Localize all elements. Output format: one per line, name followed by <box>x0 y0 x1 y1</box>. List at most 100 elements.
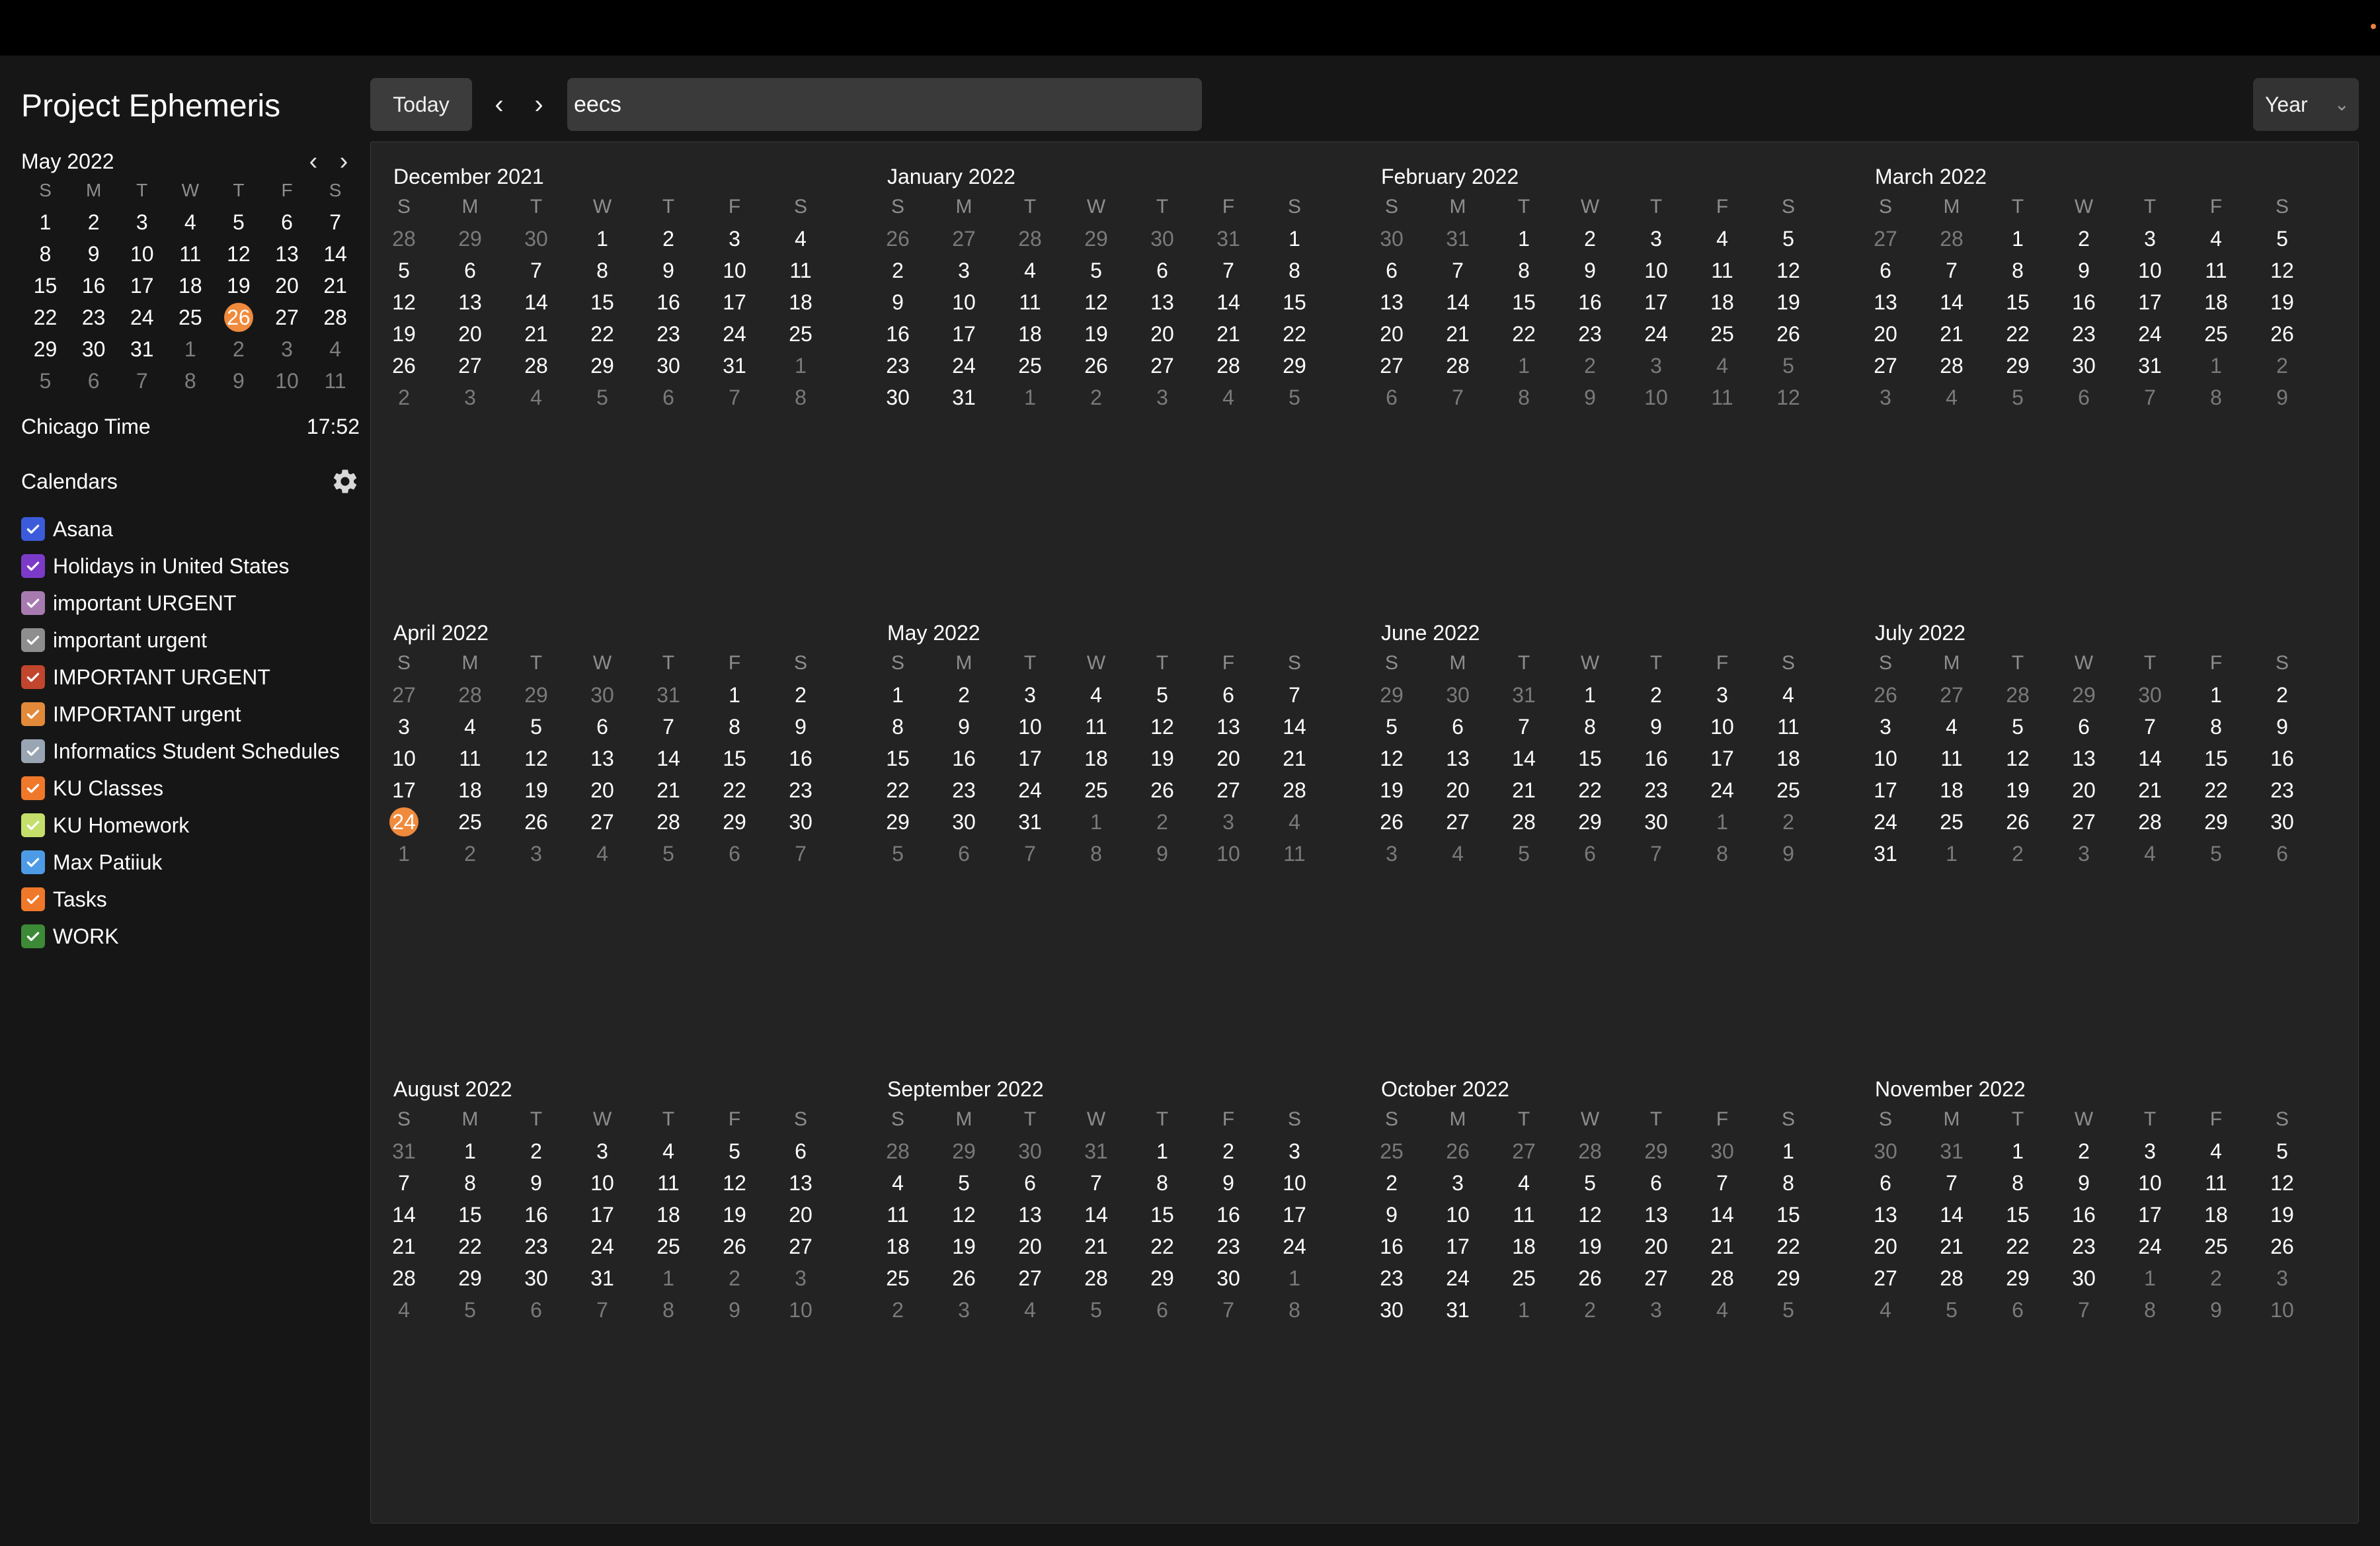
day-cell[interactable]: 14 <box>2117 743 2183 774</box>
day-cell[interactable]: 6 <box>997 1167 1063 1199</box>
day-cell[interactable]: 16 <box>635 286 701 318</box>
day-cell[interactable]: 17 <box>2117 286 2183 318</box>
day-cell[interactable]: 17 <box>701 286 768 318</box>
day-cell[interactable]: 28 <box>1689 1262 1755 1294</box>
day-cell[interactable]: 20 <box>997 1231 1063 1262</box>
day-cell[interactable]: 31 <box>569 1262 635 1294</box>
day-cell[interactable]: 21 <box>1063 1231 1129 1262</box>
mini-day[interactable]: 11 <box>311 365 360 397</box>
day-cell[interactable]: 12 <box>1063 286 1129 318</box>
day-cell[interactable]: 9 <box>2183 1294 2249 1326</box>
checkbox-checked-icon[interactable] <box>21 924 45 948</box>
day-cell[interactable]: 6 <box>1623 1167 1689 1199</box>
day-cell[interactable]: 3 <box>931 1294 997 1326</box>
day-cell[interactable]: 29 <box>437 223 503 255</box>
day-cell[interactable]: 6 <box>1359 255 1425 286</box>
day-cell[interactable]: 3 <box>1129 382 1195 413</box>
day-cell[interactable]: 1 <box>701 679 768 711</box>
day-cell[interactable]: 12 <box>371 286 437 318</box>
day-cell[interactable]: 18 <box>865 1231 931 1262</box>
day-cell[interactable]: 14 <box>1261 711 1328 743</box>
day-cell[interactable]: 28 <box>1195 350 1261 382</box>
day-cell[interactable]: 17 <box>371 774 437 806</box>
day-cell[interactable]: 19 <box>701 1199 768 1231</box>
day-cell[interactable]: 7 <box>1491 711 1557 743</box>
day-cell[interactable]: 12 <box>1557 1199 1623 1231</box>
day-cell[interactable]: 7 <box>768 838 834 870</box>
day-cell[interactable]: 9 <box>1755 838 1821 870</box>
day-cell[interactable]: 6 <box>2051 711 2117 743</box>
day-cell[interactable]: 27 <box>1852 223 1919 255</box>
day-cell[interactable]: 3 <box>503 838 569 870</box>
day-cell[interactable]: 1 <box>1261 1262 1328 1294</box>
day-cell[interactable]: 7 <box>1195 1294 1261 1326</box>
day-cell[interactable]: 21 <box>1491 774 1557 806</box>
day-cell[interactable]: 10 <box>2249 1294 2315 1326</box>
day-cell[interactable]: 7 <box>1425 382 1491 413</box>
day-cell[interactable]: 25 <box>1491 1262 1557 1294</box>
day-cell[interactable]: 9 <box>2051 1167 2117 1199</box>
day-cell[interactable]: 29 <box>1985 1262 2051 1294</box>
day-cell[interactable]: 17 <box>1623 286 1689 318</box>
day-cell[interactable]: 19 <box>2249 286 2315 318</box>
day-cell[interactable]: 10 <box>768 1294 834 1326</box>
day-cell[interactable]: 4 <box>1919 711 1985 743</box>
mini-day[interactable]: 29 <box>21 333 69 365</box>
mini-day[interactable]: 7 <box>118 365 166 397</box>
day-cell[interactable]: 2 <box>701 1262 768 1294</box>
day-cell[interactable]: 18 <box>997 318 1063 350</box>
day-cell[interactable]: 2 <box>371 382 437 413</box>
checkbox-checked-icon[interactable] <box>21 739 45 763</box>
day-cell[interactable]: 23 <box>2249 774 2315 806</box>
day-cell[interactable]: 4 <box>768 223 834 255</box>
day-cell[interactable]: 19 <box>1359 774 1425 806</box>
day-cell[interactable]: 13 <box>1623 1199 1689 1231</box>
day-cell[interactable]: 26 <box>1063 350 1129 382</box>
mini-day[interactable]: 3 <box>262 333 311 365</box>
day-cell[interactable]: 5 <box>1063 255 1129 286</box>
day-cell[interactable]: 22 <box>1491 318 1557 350</box>
day-cell[interactable]: 13 <box>569 743 635 774</box>
day-cell[interactable]: 10 <box>1852 743 1919 774</box>
day-cell[interactable]: 6 <box>635 382 701 413</box>
day-cell[interactable]: 8 <box>2117 1294 2183 1326</box>
day-cell[interactable]: 25 <box>1359 1135 1425 1167</box>
day-cell[interactable]: 14 <box>1919 286 1985 318</box>
day-cell[interactable]: 26 <box>865 223 931 255</box>
mini-day[interactable]: 2 <box>69 206 118 238</box>
day-cell[interactable]: 13 <box>1425 743 1491 774</box>
search-input[interactable] <box>567 78 1202 131</box>
day-cell[interactable]: 16 <box>503 1199 569 1231</box>
day-cell[interactable]: 3 <box>1261 1135 1328 1167</box>
day-cell[interactable]: 5 <box>635 838 701 870</box>
day-cell[interactable]: 6 <box>2051 382 2117 413</box>
day-cell[interactable]: 25 <box>997 350 1063 382</box>
day-cell[interactable]: 25 <box>2183 318 2249 350</box>
day-cell[interactable]: 12 <box>2249 1167 2315 1199</box>
day-cell[interactable]: 3 <box>2117 1135 2183 1167</box>
day-cell[interactable]: 30 <box>1195 1262 1261 1294</box>
day-cell[interactable]: 4 <box>865 1167 931 1199</box>
day-cell[interactable]: 2 <box>1063 382 1129 413</box>
day-cell[interactable]: 15 <box>2183 743 2249 774</box>
day-cell[interactable]: 8 <box>437 1167 503 1199</box>
day-cell[interactable]: 19 <box>931 1231 997 1262</box>
day-cell[interactable]: 7 <box>2051 1294 2117 1326</box>
mini-day[interactable]: 1 <box>21 206 69 238</box>
day-cell[interactable]: 25 <box>768 318 834 350</box>
day-cell-today[interactable]: 24 <box>371 806 437 838</box>
day-cell[interactable]: 10 <box>931 286 997 318</box>
day-cell[interactable]: 9 <box>1359 1199 1425 1231</box>
mini-day[interactable]: 13 <box>262 238 311 270</box>
calendar-item[interactable]: Tasks <box>21 881 365 918</box>
day-cell[interactable]: 6 <box>1359 382 1425 413</box>
day-cell[interactable]: 10 <box>569 1167 635 1199</box>
day-cell[interactable]: 17 <box>2117 1199 2183 1231</box>
day-cell[interactable]: 20 <box>1623 1231 1689 1262</box>
mini-day[interactable]: 28 <box>311 302 360 333</box>
day-cell[interactable]: 1 <box>1063 806 1129 838</box>
day-cell[interactable]: 8 <box>1261 1294 1328 1326</box>
day-cell[interactable]: 5 <box>701 1135 768 1167</box>
calendar-item[interactable]: IMPORTANT urgent <box>21 696 365 733</box>
calendar-item[interactable]: WORK <box>21 918 365 955</box>
